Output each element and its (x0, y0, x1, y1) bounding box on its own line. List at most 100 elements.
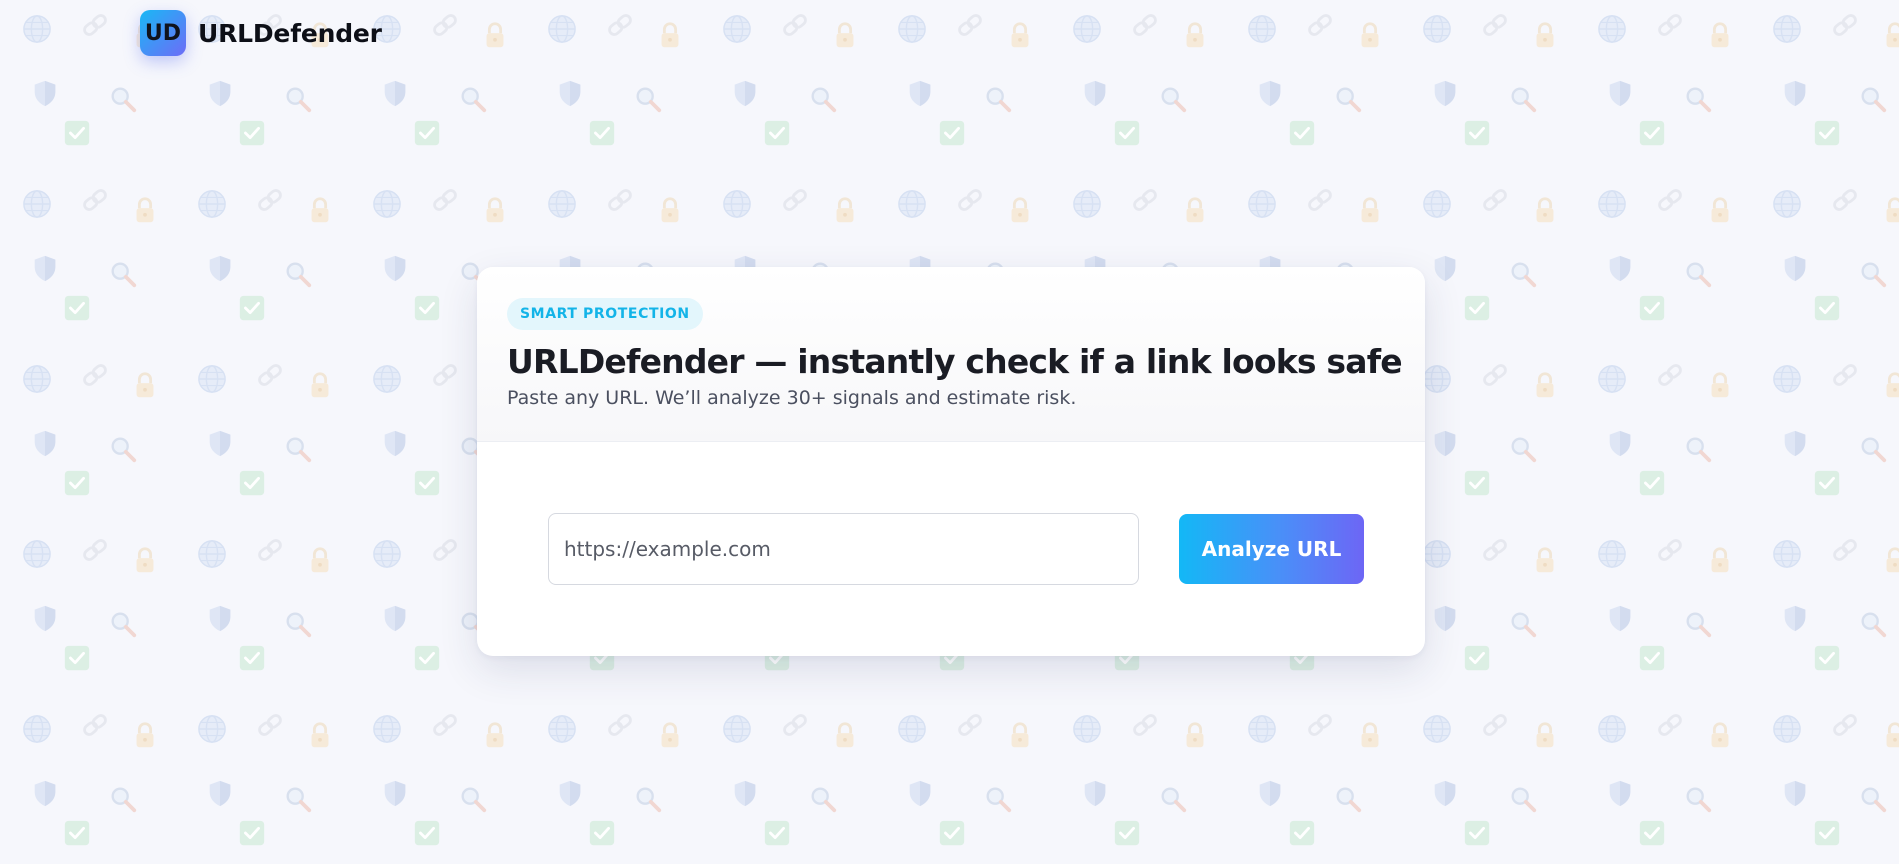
background-magnifier-icon (110, 786, 137, 813)
background-checkbox-icon (63, 119, 91, 147)
background-magnifier-icon (810, 86, 837, 113)
background-lock-icon (485, 22, 505, 49)
background-checkbox-icon (1638, 819, 1666, 847)
background-shield-icon (1084, 780, 1106, 807)
background-checkbox-icon (1463, 819, 1491, 847)
background-shield-icon (1434, 80, 1456, 107)
background-globe-icon (723, 190, 751, 218)
background-globe-icon (1248, 190, 1276, 218)
background-globe-icon (898, 15, 926, 43)
background-shield-icon (1609, 255, 1631, 282)
background-shield-icon (34, 430, 56, 457)
background-lock-icon (835, 22, 855, 49)
background-checkbox-icon (588, 119, 616, 147)
background-shield-icon (559, 80, 581, 107)
background-globe-icon (1423, 190, 1451, 218)
background-magnifier-icon (1510, 786, 1537, 813)
background-globe-icon (23, 540, 51, 568)
background-checkbox-icon (1813, 819, 1841, 847)
background-lock-icon (135, 372, 155, 399)
background-checkbox-icon (238, 819, 266, 847)
background-lock-icon (135, 197, 155, 224)
background-checkbox-icon (238, 469, 266, 497)
background-link-icon (1306, 187, 1334, 213)
background-link-icon (781, 187, 809, 213)
background-link-icon (1656, 537, 1684, 563)
background-globe-icon (723, 715, 751, 743)
background-lock-icon (1185, 22, 1205, 49)
background-globe-icon (548, 15, 576, 43)
background-checkbox-icon (1638, 294, 1666, 322)
background-globe-icon (23, 190, 51, 218)
background-magnifier-icon (110, 611, 137, 638)
brand-name: URLDefender (198, 18, 382, 48)
background-link-icon (1131, 12, 1159, 38)
background-globe-icon (1423, 715, 1451, 743)
background-checkbox-icon (1288, 119, 1316, 147)
background-link-icon (256, 537, 284, 563)
background-checkbox-icon (238, 644, 266, 672)
background-magnifier-icon (285, 786, 312, 813)
background-link-icon (81, 537, 109, 563)
background-checkbox-icon (763, 819, 791, 847)
card-header: SMART PROTECTION URLDefender — instantly… (477, 267, 1425, 442)
background-magnifier-icon (1860, 86, 1887, 113)
background-lock-icon (1710, 722, 1730, 749)
background-shield-icon (384, 255, 406, 282)
background-magnifier-icon (1685, 86, 1712, 113)
background-link-icon (956, 712, 984, 738)
background-shield-icon (1784, 430, 1806, 457)
background-link-icon (1831, 187, 1859, 213)
background-magnifier-icon (635, 86, 662, 113)
background-magnifier-icon (285, 436, 312, 463)
background-lock-icon (485, 722, 505, 749)
background-checkbox-icon (238, 294, 266, 322)
background-shield-icon (34, 80, 56, 107)
background-link-icon (256, 712, 284, 738)
background-checkbox-icon (1813, 469, 1841, 497)
background-checkbox-icon (1113, 119, 1141, 147)
background-globe-icon (1073, 15, 1101, 43)
url-form: Analyze URL (477, 442, 1425, 656)
background-checkbox-icon (1288, 819, 1316, 847)
background-lock-icon (1360, 722, 1380, 749)
background-magnifier-icon (285, 611, 312, 638)
background-magnifier-icon (1860, 436, 1887, 463)
header-brand[interactable]: UD URLDefender (140, 10, 382, 56)
background-magnifier-icon (1335, 86, 1362, 113)
background-globe-icon (1423, 540, 1451, 568)
url-input[interactable] (548, 513, 1139, 585)
background-shield-icon (734, 80, 756, 107)
background-globe-icon (1773, 540, 1801, 568)
background-globe-icon (1773, 190, 1801, 218)
background-shield-icon (1609, 605, 1631, 632)
background-link-icon (431, 12, 459, 38)
background-lock-icon (1535, 547, 1555, 574)
background-lock-icon (310, 722, 330, 749)
background-magnifier-icon (1685, 261, 1712, 288)
background-checkbox-icon (1463, 294, 1491, 322)
analyze-url-button[interactable]: Analyze URL (1179, 514, 1364, 584)
background-shield-icon (34, 780, 56, 807)
background-lock-icon (310, 372, 330, 399)
background-lock-icon (835, 722, 855, 749)
background-link-icon (1481, 187, 1509, 213)
background-link-icon (1306, 712, 1334, 738)
background-checkbox-icon (1463, 644, 1491, 672)
background-shield-icon (1609, 430, 1631, 457)
background-shield-icon (1609, 80, 1631, 107)
background-shield-icon (909, 780, 931, 807)
background-lock-icon (1885, 22, 1899, 49)
background-shield-icon (559, 780, 581, 807)
background-lock-icon (1535, 197, 1555, 224)
background-lock-icon (1010, 197, 1030, 224)
background-globe-icon (548, 715, 576, 743)
background-magnifier-icon (285, 261, 312, 288)
background-magnifier-icon (285, 86, 312, 113)
background-link-icon (81, 362, 109, 388)
background-checkbox-icon (413, 819, 441, 847)
background-link-icon (1131, 187, 1159, 213)
background-checkbox-icon (63, 819, 91, 847)
background-magnifier-icon (810, 786, 837, 813)
background-link-icon (431, 362, 459, 388)
